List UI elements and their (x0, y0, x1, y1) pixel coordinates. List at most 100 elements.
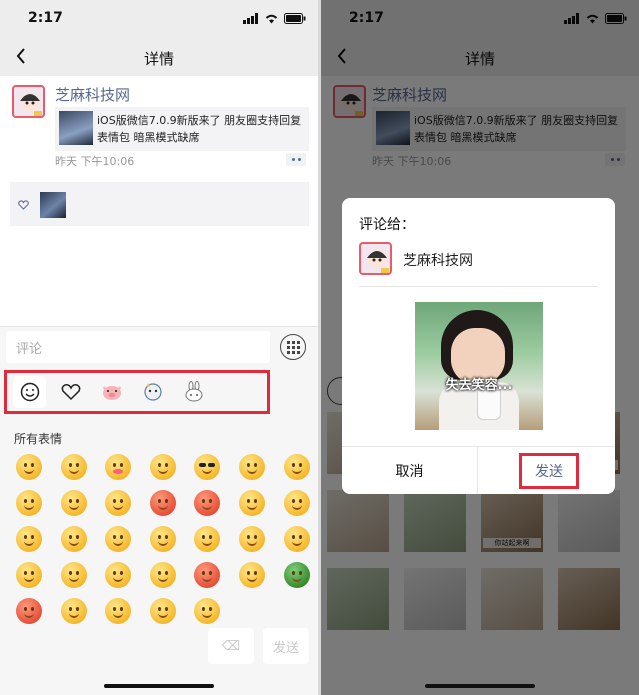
delete-emoji-button[interactable]: ⌫ (208, 628, 254, 664)
keyboard-icon (286, 340, 300, 354)
emoji-item[interactable] (97, 524, 142, 560)
emoji-item[interactable] (53, 596, 98, 632)
dialog-recipient-name: 芝麻科技网 (403, 253, 473, 269)
emoji-face-icon (238, 526, 265, 552)
emoji-item[interactable] (97, 560, 142, 596)
emoji-face-icon (60, 526, 87, 552)
dialog-recipient-avatar (359, 242, 392, 275)
heart-icon (61, 384, 80, 401)
emoji-item[interactable] (8, 560, 53, 596)
more-actions-button[interactable] (286, 153, 306, 166)
emoji-item[interactable] (8, 596, 53, 632)
sticker-preview: 失去笑容... (415, 302, 543, 430)
cancel-button[interactable]: 取消 (342, 447, 478, 494)
right-screen: 2:17 详情 芝麻科技网 iOS版微信7.0.9新版来了 朋友圈支持回复表情包… (321, 0, 639, 695)
emoji-item[interactable] (231, 452, 276, 488)
emoji-item[interactable] (8, 488, 53, 524)
emoji-item[interactable] (186, 452, 231, 488)
emoji-face-icon (283, 526, 310, 552)
emoji-item[interactable] (276, 488, 318, 524)
emoji-face-icon (105, 598, 132, 624)
dialog-footer: 取消 发送 (342, 446, 615, 494)
emoji-item[interactable] (276, 524, 318, 560)
emoji-item[interactable] (276, 452, 318, 488)
avatar-cartoon-icon (367, 250, 389, 273)
emoji-face-icon (149, 454, 176, 480)
tab-bunny-stickers[interactable] (177, 376, 210, 408)
emoji-face-icon (238, 490, 265, 516)
emoji-face-icon (194, 562, 221, 588)
tab-favorites[interactable] (54, 376, 87, 408)
signal-icon (243, 13, 258, 24)
emoji-face-icon (283, 490, 310, 516)
emoji-item[interactable] (186, 560, 231, 596)
emoji-item[interactable] (53, 452, 98, 488)
send-button[interactable]: 发送 (519, 453, 579, 489)
emoji-item[interactable] (97, 452, 142, 488)
cat-ghost-icon (143, 383, 162, 401)
post-author-name[interactable]: 芝麻科技网 (55, 84, 130, 105)
emoji-face-icon (16, 562, 42, 588)
keyboard-toggle-button[interactable] (280, 334, 306, 360)
emoji-face-icon (283, 562, 310, 588)
emoji-item[interactable] (97, 488, 142, 524)
emoji-item[interactable] (186, 488, 231, 524)
likes-box (10, 182, 309, 226)
emoji-grid (8, 452, 318, 632)
emoji-face-icon (60, 562, 87, 588)
emoji-face-icon (16, 526, 42, 552)
emoji-item[interactable] (142, 488, 187, 524)
tab-smiley[interactable] (13, 376, 46, 408)
wifi-icon (265, 14, 278, 24)
comment-input[interactable]: 评论 (6, 331, 270, 363)
emoji-item[interactable] (231, 488, 276, 524)
emoji-item[interactable] (186, 596, 231, 632)
emoji-face-icon (105, 526, 132, 552)
emoji-face-icon (16, 454, 42, 480)
emoji-item[interactable] (97, 596, 142, 632)
emoji-face-icon (238, 454, 265, 480)
avatar[interactable] (12, 85, 45, 118)
page-title: 详情 (143, 50, 174, 68)
home-indicator-right (425, 684, 535, 688)
emoji-item[interactable] (142, 524, 187, 560)
emoji-category-tabs (4, 370, 270, 414)
emoji-face-icon (283, 454, 310, 480)
emoji-section-label: 所有表情 (14, 432, 63, 446)
liker-avatar[interactable] (40, 192, 66, 218)
emoji-item[interactable] (142, 560, 187, 596)
emoji-panel: 所有表情 ⌫ 发送 (0, 366, 318, 695)
emoji-item[interactable] (231, 524, 276, 560)
emoji-item[interactable] (8, 524, 53, 560)
tab-cat-stickers[interactable] (136, 376, 169, 408)
emoji-item[interactable] (53, 488, 98, 524)
nav-bar: 详情 (0, 38, 318, 76)
comment-bar: 评论 (0, 326, 318, 366)
emoji-item[interactable] (231, 560, 276, 596)
emoji-item[interactable] (8, 452, 53, 488)
emoji-item[interactable] (53, 560, 98, 596)
emoji-item[interactable] (53, 524, 98, 560)
emoji-face-icon (149, 598, 176, 624)
avatar-cartoon-icon (20, 93, 42, 116)
dialog-separator (359, 286, 598, 287)
send-comment-button[interactable]: 发送 (263, 628, 309, 664)
link-thumbnail (59, 111, 93, 145)
emoji-item[interactable] (276, 560, 318, 596)
link-card[interactable]: iOS版微信7.0.9新版来了 朋友圈支持回复表情包 暗黑模式缺席 (55, 107, 309, 151)
emoji-face-icon (149, 562, 176, 588)
status-icons (243, 13, 306, 24)
emoji-face-icon (194, 598, 221, 624)
emoji-item[interactable] (186, 524, 231, 560)
heart-outline-icon (18, 200, 29, 210)
left-screen: 2:17 详情 芝麻科技网 iOS版微信7.0.9新版来了 朋友圈支持回复表情包… (0, 0, 318, 695)
emoji-face-icon (16, 490, 42, 516)
emoji-item[interactable] (142, 596, 187, 632)
emoji-face-icon (149, 490, 176, 516)
smiley-face-icon (20, 382, 39, 402)
emoji-item[interactable] (142, 452, 187, 488)
status-bar: 2:17 (0, 0, 318, 38)
pig-icon (102, 386, 121, 400)
tab-pig-stickers[interactable] (95, 376, 128, 408)
emoji-face-icon (194, 454, 221, 480)
